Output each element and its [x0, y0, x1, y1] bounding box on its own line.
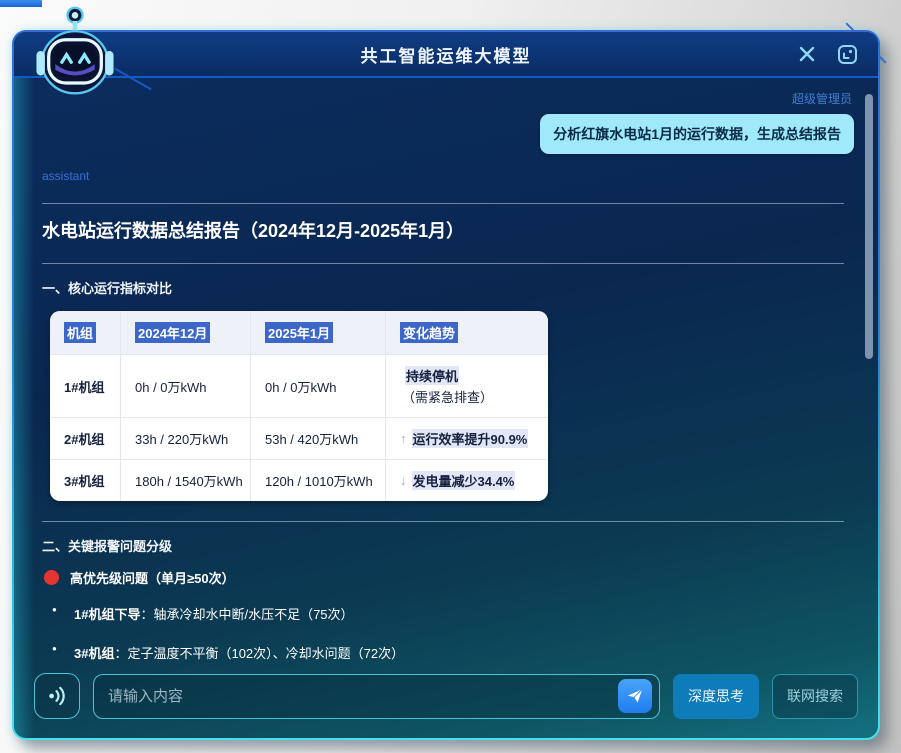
- user-message-bubble: 分析红旗水电站1月的运行数据，生成总结报告: [540, 114, 854, 154]
- cell-dec: 0h / 0万kWh: [120, 355, 250, 417]
- robot-icon: [28, 3, 122, 99]
- deep-think-button[interactable]: 深度思考: [673, 674, 759, 719]
- window-header: 共工智能运维大模型: [14, 32, 878, 78]
- trend-note: （需紧急排查）: [402, 387, 493, 406]
- restore-window-icon[interactable]: [836, 43, 858, 65]
- voice-icon: [44, 683, 70, 709]
- table-header-row: 机组 2024年12月 2025年1月 变化趋势: [50, 311, 548, 354]
- voice-button[interactable]: [34, 673, 80, 719]
- message-input[interactable]: [108, 688, 618, 705]
- priority-heading: 高优先级问题（单月≥50次）: [70, 568, 235, 587]
- header-actions: [796, 32, 858, 76]
- divider: [42, 263, 844, 264]
- alert-list: 1#机组下导：轴承冷却水中断/水压不足（75次） 3#机组：定子温度不平衡（10…: [52, 604, 854, 660]
- alert-detail: ：定子温度不平衡（102次）、冷却水问题（72次）: [114, 646, 404, 660]
- send-plane-icon: [626, 687, 644, 705]
- cell-jan: 120h / 1010万kWh: [250, 460, 385, 501]
- cell-jan: 0h / 0万kWh: [250, 355, 385, 417]
- metrics-table: 机组 2024年12月 2025年1月 变化趋势 1#机组 0h / 0万kWh…: [50, 311, 548, 501]
- cell-unit: 3#机组: [50, 460, 120, 501]
- red-alert-dot-icon: [44, 570, 59, 585]
- cell-dec: 180h / 1540万kWh: [120, 460, 250, 501]
- list-item: 3#机组：定子温度不平衡（102次）、冷却水问题（72次）: [52, 643, 854, 660]
- message-input-container: [93, 674, 660, 719]
- report-title: 水电站运行数据总结报告（2024年12月-2025年1月）: [42, 217, 854, 243]
- trend-arrow-icon: ↓: [400, 473, 407, 488]
- table-header-jan: 2025年1月: [265, 322, 333, 343]
- section-heading-metrics: 一、核心运行指标对比: [42, 278, 854, 297]
- cell-trend: ↑ 运行效率提升90.9%: [385, 418, 548, 459]
- window-body: 共工智能运维大模型 超级管理员 分析红旗水电站1月的运行数据，生成总结报告: [14, 32, 878, 738]
- user-role-label: 超级管理员: [30, 90, 852, 107]
- cell-jan: 53h / 420万kWh: [250, 418, 385, 459]
- divider: [42, 203, 844, 204]
- trend-arrow-icon: ↑: [400, 431, 407, 446]
- priority-row: 高优先级问题（单月≥50次）: [44, 568, 854, 587]
- table-row: 1#机组 0h / 0万kWh 0h / 0万kWh 持续停机 （需紧急排查）: [50, 354, 548, 417]
- table-row: 3#机组 180h / 1540万kWh 120h / 1010万kWh ↓ 发电…: [50, 459, 548, 501]
- table-header-trend: 变化趋势: [400, 322, 458, 343]
- scrollbar[interactable]: [865, 84, 873, 654]
- app-window: 共工智能运维大模型 超级管理员 分析红旗水电站1月的运行数据，生成总结报告: [12, 30, 880, 740]
- divider: [42, 521, 844, 522]
- robot-avatar: [28, 3, 122, 99]
- table-header-unit: 机组: [64, 322, 96, 343]
- alert-unit: 3#机组: [74, 646, 114, 660]
- input-bar: 深度思考 联网搜索: [14, 662, 878, 738]
- trend-highlight: 持续停机: [405, 366, 459, 385]
- cell-unit: 2#机组: [50, 418, 120, 459]
- trend-highlight: 运行效率提升90.9%: [412, 429, 529, 448]
- assistant-label: assistant: [42, 169, 854, 183]
- section-heading-alerts: 二、关键报警问题分级: [42, 536, 854, 555]
- trend-highlight: 发电量减少34.4%: [412, 471, 516, 490]
- scrollbar-thumb[interactable]: [865, 94, 873, 359]
- close-icon[interactable]: [796, 43, 818, 65]
- table-row: 2#机组 33h / 220万kWh 53h / 420万kWh ↑ 运行效率提升…: [50, 417, 548, 459]
- table-header-dec: 2024年12月: [135, 322, 210, 343]
- cell-unit: 1#机组: [50, 355, 120, 417]
- list-item: 1#机组下导：轴承冷却水中断/水压不足（75次）: [52, 604, 854, 623]
- cell-dec: 33h / 220万kWh: [120, 418, 250, 459]
- send-button[interactable]: [618, 679, 652, 713]
- alert-detail: ：轴承冷却水中断/水压不足（75次）: [140, 607, 353, 622]
- cell-trend: 持续停机 （需紧急排查）: [385, 355, 548, 417]
- cell-trend: ↓ 发电量减少34.4%: [385, 460, 548, 501]
- chat-area: 超级管理员 分析红旗水电站1月的运行数据，生成总结报告 assistant 水电…: [14, 80, 878, 660]
- alert-unit: 1#机组下导: [74, 607, 140, 622]
- window-title: 共工智能运维大模型: [14, 42, 878, 67]
- web-search-button[interactable]: 联网搜索: [772, 674, 858, 719]
